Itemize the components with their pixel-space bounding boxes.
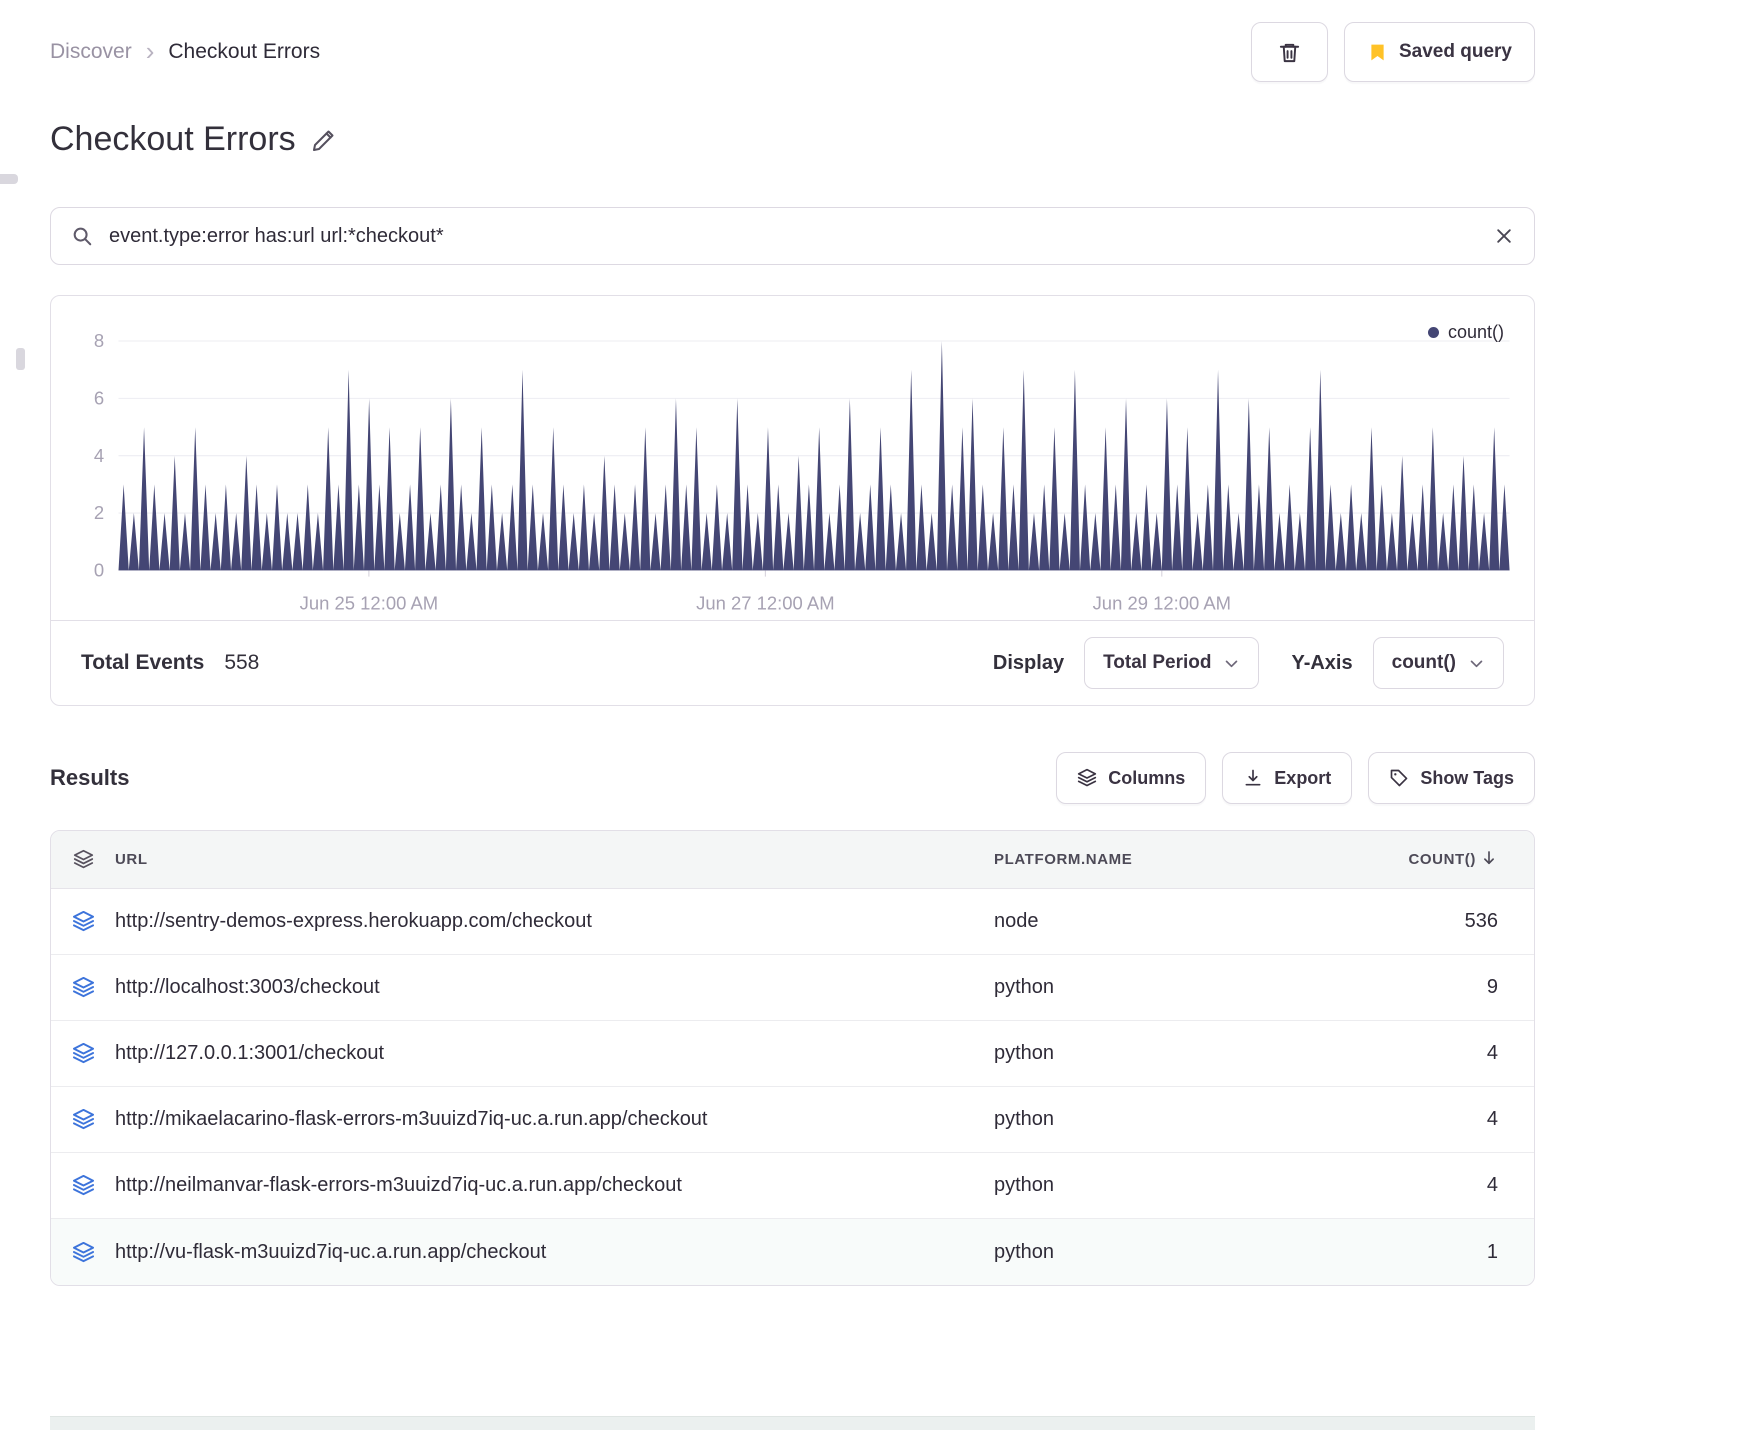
column-header-count[interactable]: COUNT() [1379,849,1534,871]
url-cell[interactable]: http://localhost:3003/checkout [115,976,994,999]
platform-cell: node [994,910,1039,932]
total-events-value: 558 [224,651,260,674]
stack-icon[interactable] [51,910,115,933]
table-header-row: URL PLATFORM.NAME COUNT() [51,831,1534,889]
platform-cell: python [994,976,1055,998]
breadcrumb-current: Checkout Errors [168,40,321,63]
count-cell: 4 [1486,1042,1498,1064]
results-header: Results Columns Export Show Tags [50,752,1535,804]
delete-query-button[interactable] [1251,22,1328,82]
chart-area: 0 2 4 6 8 Jun 25 12:00 AM Jun 27 12:00 AM Jun 2… [51,296,1534,620]
svg-text:4: 4 [94,445,104,466]
url-cell[interactable]: http://127.0.0.1:3001/checkout [115,1042,994,1065]
table-row[interactable]: http://neilmanvar-flask-errors-m3uuizd7i… [51,1153,1534,1219]
count-header-label: COUNT() [1408,851,1476,868]
legend-label: count() [1447,322,1504,342]
layers-icon[interactable] [51,849,115,870]
platform-cell: python [994,1174,1055,1196]
svg-text:Jun 27 12:00 AM: Jun 27 12:00 AM [696,593,834,614]
topbar-actions: Saved query [1251,22,1535,82]
search-icon [71,225,93,247]
breadcrumb-discover-link[interactable]: Discover [50,40,132,64]
table-body: http://sentry-demos-express.herokuapp.co… [51,889,1534,1285]
count-cell: 9 [1486,976,1498,998]
results-title: Results [50,765,130,790]
url-cell[interactable]: http://neilmanvar-flask-errors-m3uuizd7i… [115,1174,994,1197]
trash-icon [1278,41,1301,64]
discover-page: Discover › Checkout Errors Saved query C… [50,0,1535,1286]
clear-search-icon[interactable] [1494,226,1514,246]
chevron-down-icon [1223,655,1240,672]
display-label: Display [992,651,1065,674]
export-button[interactable]: Export [1222,752,1353,804]
url-cell[interactable]: http://mikaelacarino-flask-errors-m3uuiz… [115,1108,994,1131]
events-chart-panel: count() 0 2 4 6 8 Jun 25 12:00 AM Jun 27 12:00… [50,295,1535,706]
display-dropdown-value: Total Period [1103,652,1212,673]
count-cell: 536 [1464,910,1498,932]
display-dropdown[interactable]: Total Period [1084,637,1260,689]
url-cell[interactable]: http://sentry-demos-express.herokuapp.co… [115,910,994,933]
page-title: Checkout Errors [50,120,296,158]
count-cell: 4 [1486,1108,1498,1130]
platform-cell: python [994,1042,1055,1064]
chart-footer: Total Events 558 Display Total Period Y-… [51,620,1534,705]
saved-query-button[interactable]: Saved query [1344,22,1535,82]
tag-icon [1389,768,1409,788]
platform-cell: python [994,1240,1055,1263]
svg-text:8: 8 [94,330,104,351]
scrollbar-thumb[interactable] [16,348,25,370]
total-events-label: Total Events [81,651,205,674]
stack-icon[interactable] [51,1241,115,1264]
sort-desc-arrow-icon [1480,849,1498,871]
table-row[interactable]: http://127.0.0.1:3001/checkout python 4 [51,1021,1534,1087]
url-cell[interactable]: http://vu-flask-m3uuizd7iq-uc.a.run.app/… [115,1241,994,1264]
title-row: Checkout Errors [50,120,1535,159]
svg-text:Jun 29 12:00 AM: Jun 29 12:00 AM [1093,593,1231,614]
stack-icon[interactable] [51,1108,115,1131]
platform-cell: python [994,1108,1055,1130]
export-label: Export [1274,767,1332,788]
svg-text:Jun 25 12:00 AM: Jun 25 12:00 AM [300,593,438,614]
layers-icon [1077,768,1097,788]
yaxis-label: Y-Axis [1291,651,1353,674]
table-row[interactable]: http://sentry-demos-express.herokuapp.co… [51,889,1534,955]
results-actions: Columns Export Show Tags [1056,752,1535,804]
svg-text:0: 0 [94,560,104,581]
count-cell: 1 [1486,1240,1498,1263]
count-cell: 4 [1486,1174,1498,1196]
cutoff-footer-bar [50,1416,1535,1430]
show-tags-button[interactable]: Show Tags [1368,752,1535,804]
chart-legend[interactable]: count() [1427,322,1504,343]
bookmark-icon [1367,42,1388,63]
sidebar-collapse-handle[interactable] [0,174,18,184]
show-tags-label: Show Tags [1420,767,1514,788]
columns-button[interactable]: Columns [1056,752,1207,804]
stack-icon[interactable] [51,1174,115,1197]
stack-icon[interactable] [51,1042,115,1065]
table-row[interactable]: http://localhost:3003/checkout python 9 [51,955,1534,1021]
table-row[interactable]: http://vu-flask-m3uuizd7iq-uc.a.run.app/… [51,1219,1534,1285]
chevron-down-icon [1468,655,1485,672]
yaxis-dropdown-value: count() [1391,652,1456,673]
chevron-right-icon: › [145,35,155,66]
breadcrumb: Discover › Checkout Errors [50,35,321,66]
edit-title-icon[interactable] [312,128,336,158]
events-area-chart: 0 2 4 6 8 Jun 25 12:00 AM Jun 27 12:00 AM Jun 2… [94,330,1510,614]
stack-icon[interactable] [51,976,115,999]
svg-text:2: 2 [94,502,104,523]
search-input[interactable] [107,223,1480,249]
legend-dot-icon [1427,327,1439,338]
column-header-url[interactable]: URL [115,851,994,868]
results-table: URL PLATFORM.NAME COUNT() http://sentry-… [50,830,1535,1286]
yaxis-dropdown[interactable]: count() [1372,637,1504,689]
search-bar[interactable] [50,207,1535,265]
svg-text:6: 6 [94,387,104,408]
column-header-platform[interactable]: PLATFORM.NAME [994,851,1379,868]
saved-query-label: Saved query [1399,41,1512,62]
top-toolbar: Discover › Checkout Errors Saved query [50,0,1535,82]
columns-label: Columns [1108,767,1186,788]
table-row[interactable]: http://mikaelacarino-flask-errors-m3uuiz… [51,1087,1534,1153]
download-icon [1243,768,1263,788]
